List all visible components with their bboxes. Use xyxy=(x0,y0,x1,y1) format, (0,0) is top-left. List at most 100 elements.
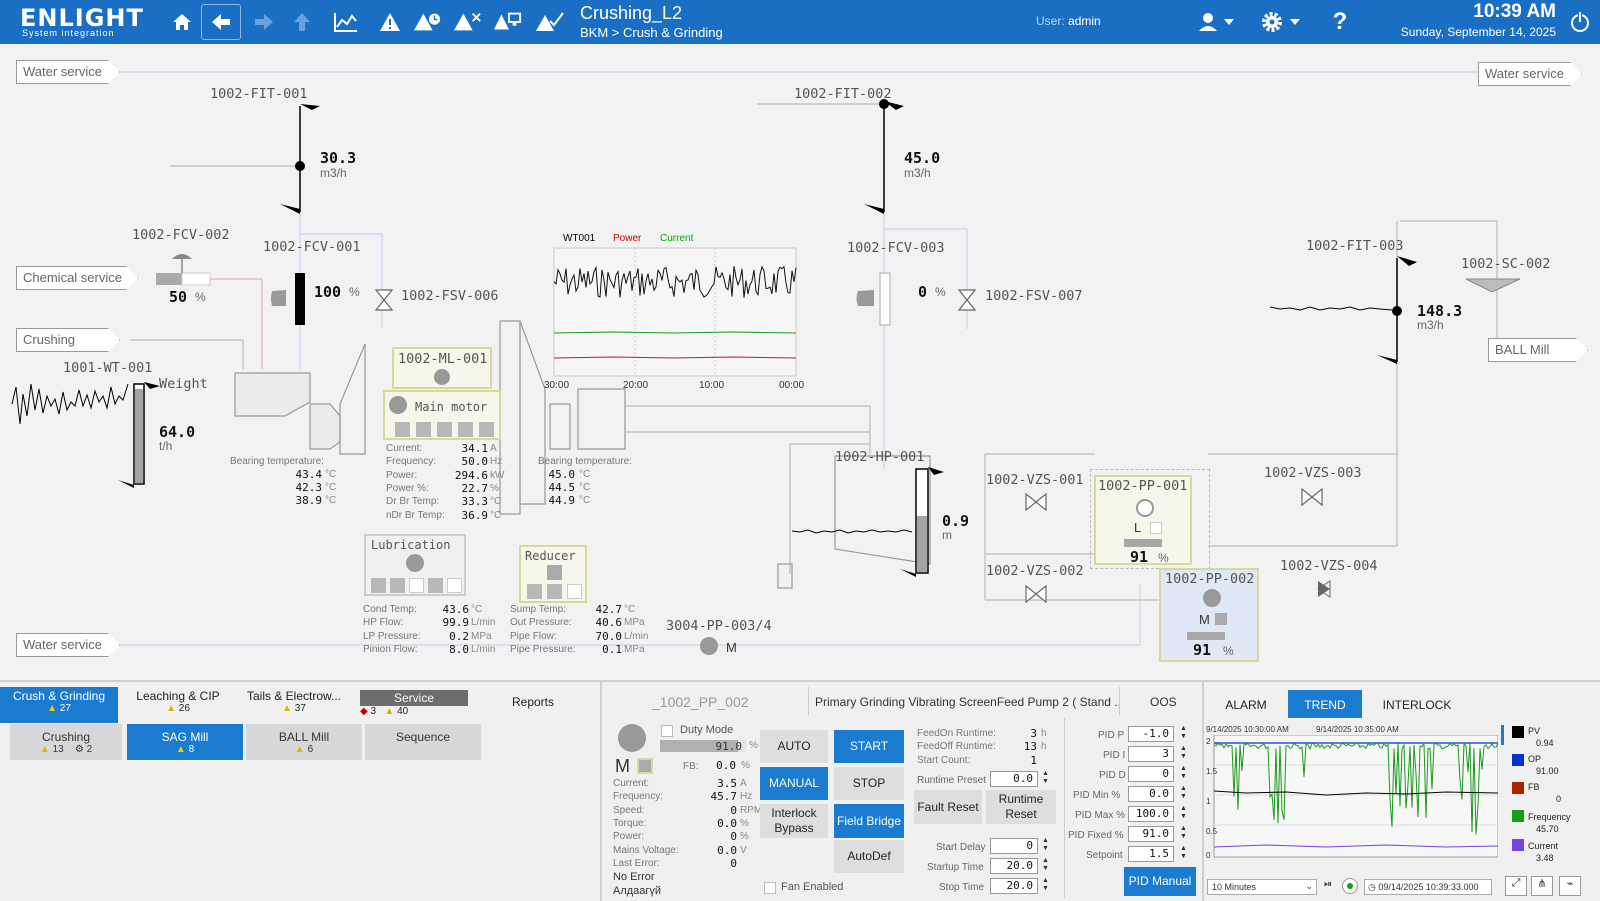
live-indicator-icon[interactable] xyxy=(1342,878,1358,894)
tab-service[interactable]: Service ◆ 3 ▲ 40 xyxy=(356,687,472,723)
alarm-warning-icon[interactable] xyxy=(376,8,404,36)
fsv-006-tag[interactable]: 1002-FSV-006 xyxy=(401,288,499,304)
stop-button[interactable]: STOP xyxy=(834,767,904,800)
fault-reset-button[interactable]: Fault Reset xyxy=(914,790,982,824)
fan-enabled-checkbox[interactable] xyxy=(764,882,776,894)
runtime-preset-spinner[interactable]: ▲ ▼ xyxy=(1042,770,1052,786)
tab-trend[interactable]: TREND xyxy=(1288,690,1362,718)
subtab-crushing[interactable]: Crushing ▲ 13 ⚙ 2 xyxy=(10,724,122,760)
up-arrow-icon[interactable] xyxy=(288,8,316,36)
pid-d-spinner[interactable]: ▲ ▼ xyxy=(1180,765,1190,781)
alarm-station-icon[interactable] xyxy=(494,8,522,36)
start-delay-spinner[interactable]: ▲ ▼ xyxy=(1042,837,1052,853)
autodef-button[interactable]: AutoDef xyxy=(834,840,904,873)
tab-crush-grinding[interactable]: Crush & Grinding ▲ 27 xyxy=(0,687,118,723)
help-icon[interactable]: ? xyxy=(1326,8,1354,36)
water-service-bottom-left[interactable]: Water service xyxy=(16,633,120,657)
pid-max-input[interactable]: 100.0 xyxy=(1128,806,1174,822)
forward-arrow-icon[interactable] xyxy=(250,8,278,36)
vzs-004-tag[interactable]: 1002-VZS-004 xyxy=(1280,558,1378,574)
pid-max-spinner[interactable]: ▲ ▼ xyxy=(1180,805,1190,821)
lubrication-box[interactable]: Lubrication xyxy=(364,534,466,596)
main-motor-box[interactable]: Main motor xyxy=(383,390,501,440)
runtime-reset-button[interactable]: Runtime Reset xyxy=(986,790,1056,824)
trend-chart-icon[interactable] xyxy=(332,8,360,36)
duty-mode-checkbox[interactable] xyxy=(661,725,673,737)
start-button[interactable]: START xyxy=(834,730,904,763)
pid-p-spinner[interactable]: ▲ ▼ xyxy=(1180,725,1190,741)
start-delay-input[interactable]: 0 xyxy=(990,838,1038,854)
interlock-bypass-button[interactable]: Interlock Bypass xyxy=(760,804,828,838)
oos-label[interactable]: OOS xyxy=(1150,695,1177,709)
user-menu-icon[interactable] xyxy=(1196,8,1240,36)
ml-001-box[interactable]: 1002-ML-001 xyxy=(392,347,492,389)
vzs-001-tag[interactable]: 1002-VZS-001 xyxy=(986,472,1084,488)
tab-interlock[interactable]: INTERLOCK xyxy=(1368,690,1466,718)
home-icon[interactable] xyxy=(168,8,196,36)
trend-cursor[interactable] xyxy=(1501,725,1504,745)
field-bridge-button[interactable]: Field Bridge xyxy=(834,804,904,838)
subtab-sag-mill[interactable]: SAG Mill ▲ 8 xyxy=(127,724,243,760)
zoom-fit-icon[interactable]: ⤢ xyxy=(1505,876,1527,896)
pid-i-spinner[interactable]: ▲ ▼ xyxy=(1180,745,1190,761)
pp-003-tag[interactable]: 3004-PP-003/4 xyxy=(666,618,772,634)
fit-002-tag[interactable]: 1002-FIT-002 xyxy=(794,86,892,102)
alarm-disabled-icon[interactable] xyxy=(454,8,482,36)
trend-settings-icon[interactable]: ⌁ xyxy=(1559,876,1581,896)
vzs-002-tag[interactable]: 1002-VZS-002 xyxy=(986,563,1084,579)
vzs-003-tag[interactable]: 1002-VZS-003 xyxy=(1264,465,1362,481)
pid-min-spinner[interactable]: ▲ ▼ xyxy=(1180,785,1190,801)
pp-001-box[interactable]: 1002-PP-001 L 91 % xyxy=(1094,475,1192,566)
water-service-top-left[interactable]: Water service xyxy=(16,60,120,84)
trend-timestamp-field[interactable]: ◷ 09/14/2025 10:39:33.000 xyxy=(1364,879,1492,895)
manual-button[interactable]: MANUAL xyxy=(760,767,828,800)
stop-time-input[interactable]: 20.0 xyxy=(990,878,1038,894)
pid-manual-button[interactable]: PID Manual xyxy=(1124,867,1196,896)
fit-001-tag[interactable]: 1002-FIT-001 xyxy=(210,86,308,102)
fcv-002-tag[interactable]: 1002-FCV-002 xyxy=(132,227,230,243)
fcv-001-tag[interactable]: 1002-FCV-001 xyxy=(263,239,361,255)
crushing-link[interactable]: Crushing xyxy=(16,328,120,352)
tab-alarm[interactable]: ALARM xyxy=(1210,690,1282,718)
setpoint-spinner[interactable]: ▲ ▼ xyxy=(1180,845,1190,861)
exit-icon[interactable] xyxy=(1566,8,1594,36)
water-service-top-right[interactable]: Water service xyxy=(1478,62,1582,86)
pid-fixed-input[interactable]: 91.0 xyxy=(1128,826,1174,842)
pid-d-input[interactable]: 0 xyxy=(1128,766,1174,782)
settings-gear-icon[interactable] xyxy=(1258,8,1306,36)
auto-button[interactable]: AUTO xyxy=(760,730,828,763)
breadcrumb[interactable]: BKM > Crush & Grinding xyxy=(580,25,723,40)
startup-time-spinner[interactable]: ▲ ▼ xyxy=(1042,857,1052,873)
trend-range-select[interactable]: 10 Minutes ⌄ xyxy=(1207,879,1317,895)
runtime-preset-input[interactable]: 0.0 xyxy=(990,771,1038,787)
legend-swatch-pv[interactable] xyxy=(1512,726,1524,738)
tab-reports[interactable]: Reports xyxy=(478,687,588,723)
subtab-sequence[interactable]: Sequence xyxy=(365,724,481,760)
legend-swatch-current[interactable] xyxy=(1512,839,1524,851)
ball-mill-link[interactable]: BALL Mill xyxy=(1488,338,1588,362)
setpoint-input[interactable]: 1.5 xyxy=(1128,846,1174,862)
chemical-service-link[interactable]: Chemical service xyxy=(16,266,138,290)
subtab-ball-mill[interactable]: BALL Mill ▲ 6 xyxy=(246,724,362,760)
fsv-007-tag[interactable]: 1002-FSV-007 xyxy=(985,288,1083,304)
wt-001-tag[interactable]: 1001-WT-001 xyxy=(63,360,152,376)
pid-p-input[interactable]: -1.0 xyxy=(1128,726,1174,742)
back-arrow-icon[interactable] xyxy=(201,4,241,40)
sc-002-tag[interactable]: 1002-SC-002 xyxy=(1461,256,1550,272)
fit-003-tag[interactable]: 1002-FIT-003 xyxy=(1306,238,1404,254)
hp-001-tag[interactable]: 1002-HP-001 xyxy=(835,449,924,465)
legend-swatch-op[interactable] xyxy=(1512,754,1524,766)
cursor-icon[interactable]: ⋔ xyxy=(1531,876,1553,896)
alarm-history-icon[interactable] xyxy=(414,8,442,36)
mini-trend[interactable]: WT001 Power Current 30:00 20:00 10:00 00… xyxy=(544,230,808,391)
tab-leaching-cip[interactable]: Leaching & CIP ▲ 26 xyxy=(122,687,234,723)
play-pause-icon[interactable]: ⏯ xyxy=(1324,879,1332,890)
startup-time-input[interactable]: 20.0 xyxy=(990,858,1038,874)
fcv-003-tag[interactable]: 1002-FCV-003 xyxy=(847,240,945,256)
reducer-box[interactable]: Reducer xyxy=(519,545,587,603)
legend-swatch-fb[interactable] xyxy=(1512,782,1524,794)
tab-tails-electrowinning[interactable]: Tails & Electrow... ▲ 37 xyxy=(238,687,350,723)
trend-chart[interactable]: 9/14/2025 10:30:00 AM 9/14/2025 10:35:00… xyxy=(1206,725,1498,861)
pp-002-box[interactable]: 1002-PP-002 M 91 % xyxy=(1159,568,1259,662)
stop-time-spinner[interactable]: ▲ ▼ xyxy=(1042,877,1052,893)
